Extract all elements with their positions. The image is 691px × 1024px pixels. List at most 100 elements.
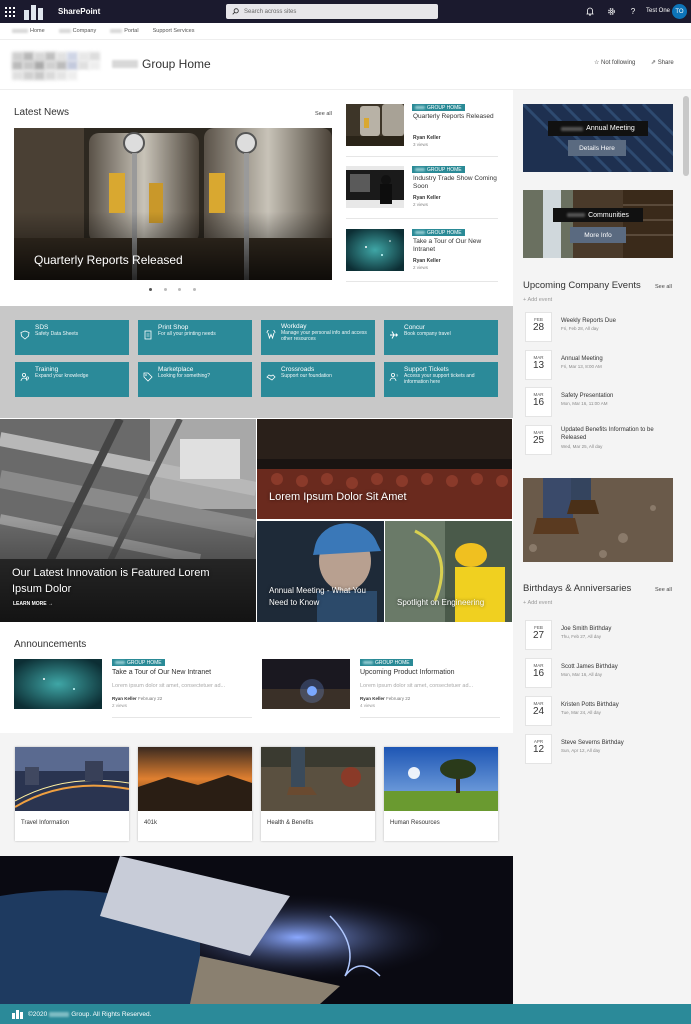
- share-label: Share: [657, 60, 674, 66]
- hero-tile-main[interactable]: Our Latest Innovation is Featured Lorem …: [0, 419, 256, 622]
- birthday-title: Joe Smith Birthday: [561, 626, 612, 632]
- birthday-item[interactable]: FEB 27 Joe Smith Birthday Thu, Feb 27, Al…: [523, 620, 683, 654]
- quick-link-desc: Support our foundation: [281, 373, 332, 379]
- hub-nav-item-portal[interactable]: Portal: [110, 28, 139, 34]
- event-date: MAR 24: [525, 696, 552, 726]
- announcement-thumbnail: [262, 659, 350, 709]
- quick-link-title: Print Shop: [158, 324, 189, 331]
- news-item-views: 2 views: [413, 265, 429, 270]
- help-icon[interactable]: ?: [627, 5, 639, 17]
- hub-nav-item-company[interactable]: Company: [58, 28, 97, 34]
- quick-link-title: Workday: [281, 323, 307, 330]
- site-logo[interactable]: [12, 52, 100, 80]
- event-date: MAR 16: [525, 658, 552, 688]
- avatar[interactable]: TO: [672, 4, 687, 19]
- event-item[interactable]: MAR 13 Annual Meeting Fri, Mar 13, 8:00 A…: [523, 350, 683, 384]
- quick-link-title: Crossroads: [281, 366, 315, 373]
- birthday-subtitle: Mon, Mar 16, All day: [561, 672, 603, 677]
- add-event-button[interactable]: + Add event: [523, 297, 552, 303]
- news-list-item[interactable]: GROUP HOME Take a Tour of Our New Intran…: [346, 229, 498, 283]
- hero-bottom-right-title: Spotlight on Engineering: [397, 598, 485, 607]
- bell-icon[interactable]: [584, 5, 596, 17]
- quick-link-sds[interactable]: SDS Safety Data Sheets: [15, 320, 129, 355]
- search-input[interactable]: Search across sites: [226, 4, 438, 19]
- quick-link-concur[interactable]: Concur Book company travel: [384, 320, 498, 355]
- details-here-button[interactable]: Details Here: [568, 140, 626, 156]
- quick-link-marketplace[interactable]: Marketplace Looking for something?: [138, 362, 252, 397]
- quick-link-desc: Manage your personal info and access oth…: [281, 330, 367, 342]
- quick-link-crossroads[interactable]: Crossroads Support our foundation: [261, 362, 375, 397]
- card-title: 401k: [144, 820, 158, 826]
- group-home-badge: GROUP HOME: [412, 166, 465, 173]
- birthday-item[interactable]: APR 12 Steve Severns Birthday Sun, Apr 12…: [523, 734, 683, 768]
- people-icon: [20, 372, 30, 382]
- communities-banner[interactable]: Communities More Info: [523, 190, 673, 258]
- user-name[interactable]: Test One: [646, 8, 670, 14]
- carousel-dot[interactable]: [193, 288, 196, 291]
- carousel-dot[interactable]: [178, 288, 181, 291]
- hero-tile-bottom-mid[interactable]: Annual Meeting - What You Need to Know: [257, 521, 384, 622]
- card-401k[interactable]: 401k: [138, 747, 252, 841]
- events-see-all-link[interactable]: See all: [655, 284, 672, 290]
- hero-tile-bottom-right[interactable]: Spotlight on Engineering: [385, 521, 512, 622]
- waterfall-image: [523, 190, 673, 258]
- news-item-title[interactable]: Industry Trade Show Coming Soon: [413, 175, 499, 191]
- quick-link-workday[interactable]: Workday Manage your personal info and ac…: [261, 320, 375, 355]
- hub-nav-item-support[interactable]: Support Services: [153, 28, 195, 34]
- news-item-title[interactable]: Quarterly Reports Released: [413, 113, 499, 121]
- event-item[interactable]: MAR 25 Updated Benefits Information to be…: [523, 425, 683, 465]
- waffle-icon[interactable]: [0, 0, 20, 23]
- learn-more-link[interactable]: LEARN MORE →: [13, 601, 53, 607]
- hub-nav-item-home[interactable]: Home: [12, 28, 45, 34]
- follow-button[interactable]: ☆ Not following: [594, 59, 635, 66]
- event-item[interactable]: FEB 28 Weekly Reports Due Fri, Feb 28, Al…: [523, 312, 683, 346]
- birthday-title: Kristen Potts Birthday: [561, 702, 619, 708]
- news-hero-image[interactable]: Quarterly Reports Released: [14, 128, 332, 280]
- shield-icon: [20, 330, 30, 340]
- birthday-subtitle: Thu, Feb 27, All day: [561, 634, 602, 639]
- quick-link-desc: Access your support tickets and informat…: [404, 373, 475, 385]
- birthday-item[interactable]: MAR 24 Kristen Potts Birthday Tue, Mar 24…: [523, 696, 683, 730]
- card-travel-information[interactable]: Travel Information: [15, 747, 129, 841]
- card-health-benefits[interactable]: Health & Benefits: [261, 747, 375, 841]
- hero-main-title: Our Latest Innovation is Featured Lorem …: [12, 567, 210, 595]
- quick-link-title: SDS: [35, 324, 49, 331]
- news-list-item[interactable]: GROUP HOME Quarterly Reports Released Ry…: [346, 104, 498, 158]
- event-item[interactable]: MAR 16 Safety Presentation Mon, Mar 16, 1…: [523, 387, 683, 421]
- birthdays-see-all-link[interactable]: See all: [655, 587, 672, 593]
- carousel-dot[interactable]: [164, 288, 167, 291]
- more-info-button[interactable]: More Info: [570, 227, 626, 243]
- event-subtitle: Mon, Mar 16, 11:00 AM: [561, 401, 608, 406]
- quick-link-training[interactable]: Training Expand your knowledge: [15, 362, 129, 397]
- hub-nav-label: Company: [72, 28, 97, 34]
- announcement-item[interactable]: GROUP HOME Upcoming Product Information …: [262, 659, 500, 719]
- add-birthday-button[interactable]: + Add event: [523, 600, 552, 606]
- news-item-title[interactable]: Take a Tour of Our New Intranet: [413, 238, 499, 254]
- announcement-author: Ryan Keller: [360, 696, 385, 701]
- scrollbar[interactable]: [683, 96, 689, 176]
- quick-link-print-shop[interactable]: Print Shop For all your printing needs: [138, 320, 252, 355]
- hero-tile-top-right[interactable]: Lorem Ipsum Dolor Sit Amet: [257, 419, 512, 519]
- birthday-item[interactable]: MAR 16 Scott James Birthday Mon, Mar 16, …: [523, 658, 683, 692]
- announcement-item[interactable]: GROUP HOME Take a Tour of Our New Intran…: [14, 659, 252, 719]
- divider: [346, 218, 498, 219]
- quick-link-desc: Book company travel: [404, 331, 451, 337]
- announcement-author: Ryan Keller: [112, 696, 137, 701]
- news-see-all-link[interactable]: See all: [315, 111, 332, 117]
- quick-link-support-tickets[interactable]: ? Support Tickets Access your support ti…: [384, 362, 498, 397]
- app-name[interactable]: SharePoint: [58, 7, 100, 16]
- event-date: MAR 25: [525, 425, 552, 455]
- annual-meeting-banner[interactable]: Annual Meeting Details Here: [523, 104, 673, 172]
- site-title[interactable]: Group Home: [112, 57, 211, 71]
- company-logo-icon[interactable]: [24, 3, 46, 20]
- announcement-title[interactable]: Upcoming Product Information: [360, 669, 455, 676]
- news-list-item[interactable]: GROUP HOME Industry Trade Show Coming So…: [346, 166, 498, 220]
- quick-link-desc: For all your printing needs: [158, 331, 216, 337]
- carousel-dot-active[interactable]: [149, 288, 152, 291]
- card-human-resources[interactable]: Human Resources: [384, 747, 498, 841]
- event-subtitle: Fri, Feb 28, All day: [561, 326, 599, 331]
- announcement-title[interactable]: Take a Tour of Our New Intranet: [112, 669, 211, 676]
- gear-icon[interactable]: [605, 5, 617, 17]
- announcement-views: 2 views: [112, 703, 128, 708]
- share-button[interactable]: ⇗ Share: [651, 59, 674, 66]
